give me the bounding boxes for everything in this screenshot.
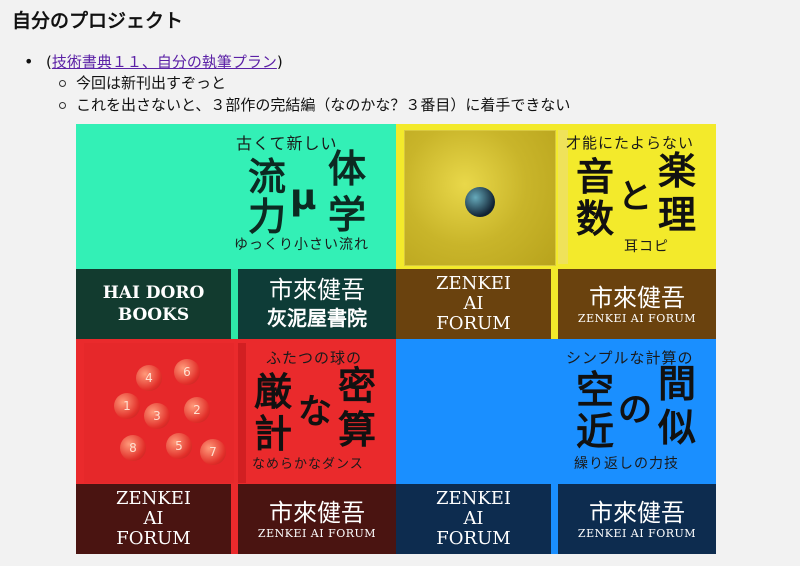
cover-spine — [238, 343, 246, 483]
cover-char: 厳 — [254, 370, 293, 414]
author-name: 市來健吾 — [269, 276, 365, 304]
cover-grid: 古くて新しい 流 体 力 学 μ ゆっくり小さい流れ HAI DORO BOOK… — [76, 124, 716, 554]
publisher-line: ZENKEI — [115, 488, 192, 509]
author-box: 市來健吾 ZENKEI AI FORUM — [558, 484, 716, 554]
cover-char: 間 — [658, 362, 697, 406]
cover-char: 流 — [248, 155, 287, 199]
book-cover-fluid[interactable]: 古くて新しい 流 体 力 学 μ ゆっくり小さい流れ HAI DORO BOOK… — [76, 124, 396, 339]
cover-char: 空 — [576, 368, 615, 412]
author-name: 市來健吾 — [589, 283, 685, 312]
publisher-box: ZENKEI AI FORUM — [396, 484, 551, 554]
publisher-line: AI — [463, 293, 484, 314]
publisher-en: ZENKEI AI FORUM — [577, 526, 697, 540]
spine-stripe — [231, 269, 238, 339]
cover-band: HAI DORO BOOKS 市來健吾 灰泥屋書院 — [76, 269, 396, 339]
book-cover-spheres[interactable]: 4 6 1 2 3 5 8 7 ふたつの球の 厳 密 計 算 な なめらかなダン… — [76, 339, 396, 554]
publisher-line: AI — [463, 508, 484, 529]
sphere: 2 — [184, 397, 210, 423]
publisher-line: FORUM — [436, 528, 511, 549]
cover-tagline: 繰り返しの力技 — [574, 456, 679, 472]
cover-art: 古くて新しい 流 体 力 学 μ ゆっくり小さい流れ — [76, 124, 396, 269]
spine-stripe — [551, 269, 558, 339]
sub-list-item: これを出さないと、３部作の完結編（なのかな？３番目）に着手できない — [46, 94, 570, 116]
sphere: 6 — [174, 359, 200, 385]
cover-art: 4 6 1 2 3 5 8 7 ふたつの球の 厳 密 計 算 な なめらかなダン… — [76, 339, 396, 484]
publisher-line: ZENKEI — [435, 273, 512, 294]
spine-stripe — [231, 484, 238, 554]
author-box: 市來健吾 ZENKEI AI FORUM — [558, 269, 716, 339]
sphere: 8 — [120, 435, 146, 461]
book-cover-space[interactable]: シンプルな計算の 空 間 近 似 の 繰り返しの力技 ZENKEI AI FOR… — [396, 339, 716, 554]
author-box: 市來健吾 ZENKEI AI FORUM — [238, 484, 396, 554]
cover-char: 楽 — [658, 149, 697, 193]
publisher-box: HAI DORO BOOKS — [76, 269, 231, 339]
sphere: 1 — [114, 393, 140, 419]
cover-char: 学 — [328, 193, 367, 237]
publisher-line: BOOKS — [117, 305, 190, 325]
list-item: (技術書典１１、自分の執筆プラン) 今回は新刊出すぞっと これを出さないと、３部… — [20, 52, 570, 116]
spine-stripe — [551, 484, 558, 554]
mu-symbol: μ — [290, 177, 317, 218]
cover-band: ZENKEI AI FORUM 市來健吾 ZENKEI AI FORUM — [76, 484, 396, 554]
publisher-line: ZENKEI — [435, 488, 512, 509]
cover-center-char: な — [298, 392, 332, 432]
cover-subtitle: 古くて新しい — [236, 134, 338, 153]
publisher-en: ZENKEI AI FORUM — [577, 311, 697, 325]
disc-icon — [465, 187, 495, 217]
sphere: 7 — [200, 439, 226, 465]
cover-char: 理 — [658, 193, 697, 237]
author-box: 市來健吾 灰泥屋書院 — [238, 269, 396, 339]
project-list: (技術書典１１、自分の執筆プラン) 今回は新刊出すぞっと これを出さないと、３部… — [20, 52, 570, 116]
paren-close: ) — [276, 53, 283, 71]
cover-char: 近 — [576, 410, 615, 454]
cover-char: 計 — [254, 412, 293, 456]
publisher-box: ZENKEI AI FORUM — [396, 269, 551, 339]
book-cover-music[interactable]: 才能にたよらない 音 楽 数 理 と 耳コピ ZENKEI AI FORUM 市… — [396, 124, 716, 339]
publisher-en: ZENKEI AI FORUM — [257, 526, 377, 540]
cover-char: 算 — [338, 408, 377, 452]
cover-art: 才能にたよらない 音 楽 数 理 と 耳コピ — [396, 124, 716, 269]
back-cover: 4 6 1 2 3 5 8 7 — [84, 343, 234, 483]
publisher-line: HAI DORO — [102, 283, 205, 303]
author-name: 市來健吾 — [269, 498, 365, 527]
sub-list: 今回は新刊出すぞっと これを出さないと、３部作の完結編（なのかな？３番目）に着手… — [46, 72, 570, 116]
cover-band: ZENKEI AI FORUM 市來健吾 ZENKEI AI FORUM — [396, 269, 716, 339]
publisher-box: ZENKEI AI FORUM — [76, 484, 231, 554]
cover-tagline: 耳コピ — [624, 239, 669, 255]
cover-tagline: ゆっくり小さい流れ — [234, 237, 369, 253]
cover-char: 数 — [576, 197, 615, 241]
cover-band: ZENKEI AI FORUM 市來健吾 ZENKEI AI FORUM — [396, 484, 716, 554]
sphere: 3 — [144, 403, 170, 429]
cover-char: 密 — [338, 364, 377, 408]
cover-center-char: と — [618, 177, 652, 217]
cover-art: シンプルな計算の 空 間 近 似 の 繰り返しの力技 — [396, 339, 716, 484]
page-title: 自分のプロジェクト — [12, 10, 184, 32]
sphere: 5 — [166, 433, 192, 459]
cover-char: 似 — [658, 406, 697, 450]
sphere: 4 — [136, 365, 162, 391]
publisher-line: FORUM — [116, 528, 191, 549]
sub-list-item: 今回は新刊出すぞっと — [46, 72, 570, 94]
cover-char: 音 — [576, 155, 615, 199]
plan-link[interactable]: 技術書典１１、自分の執筆プラン — [52, 53, 277, 71]
cover-tagline: なめらかなダンス — [252, 457, 364, 472]
publisher-line: AI — [143, 508, 164, 529]
cover-char: 力 — [248, 195, 287, 239]
publisher-jp: 灰泥屋書院 — [267, 306, 367, 330]
author-name: 市來健吾 — [589, 498, 685, 527]
publisher-line: FORUM — [436, 313, 511, 334]
cover-center-char: の — [618, 390, 652, 430]
back-cover-texture — [404, 130, 556, 266]
cover-char: 体 — [328, 147, 367, 191]
